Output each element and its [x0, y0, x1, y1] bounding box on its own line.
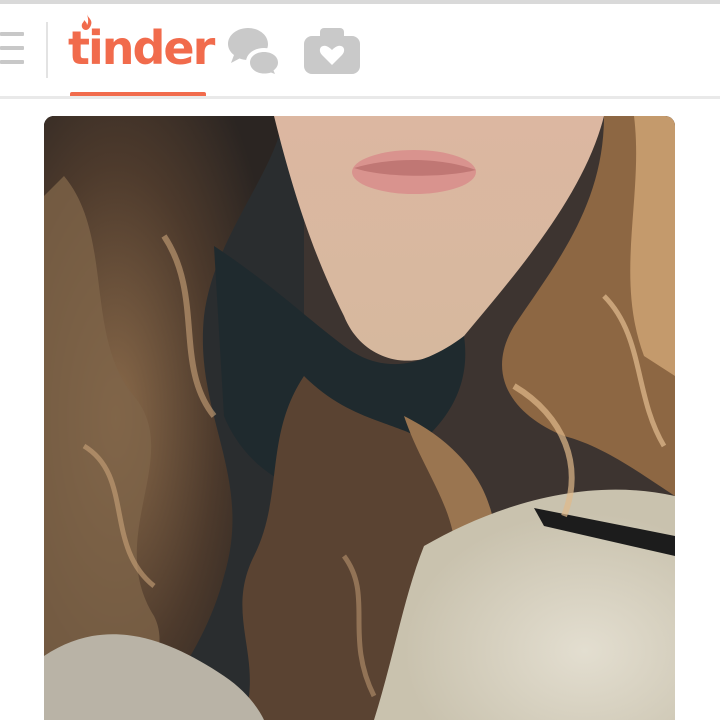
status-divider [0, 0, 720, 4]
profile-card[interactable] [44, 116, 675, 720]
header-divider [46, 22, 48, 78]
tinder-logo[interactable]: tinder [68, 18, 215, 78]
top-navigation-bar: tinder [0, 0, 720, 99]
profile-photo [44, 116, 675, 720]
header-shadow [0, 96, 720, 99]
camera-heart-icon[interactable] [302, 22, 362, 78]
chat-bubbles-icon[interactable] [226, 22, 286, 78]
hamburger-menu-icon[interactable] [0, 30, 26, 68]
